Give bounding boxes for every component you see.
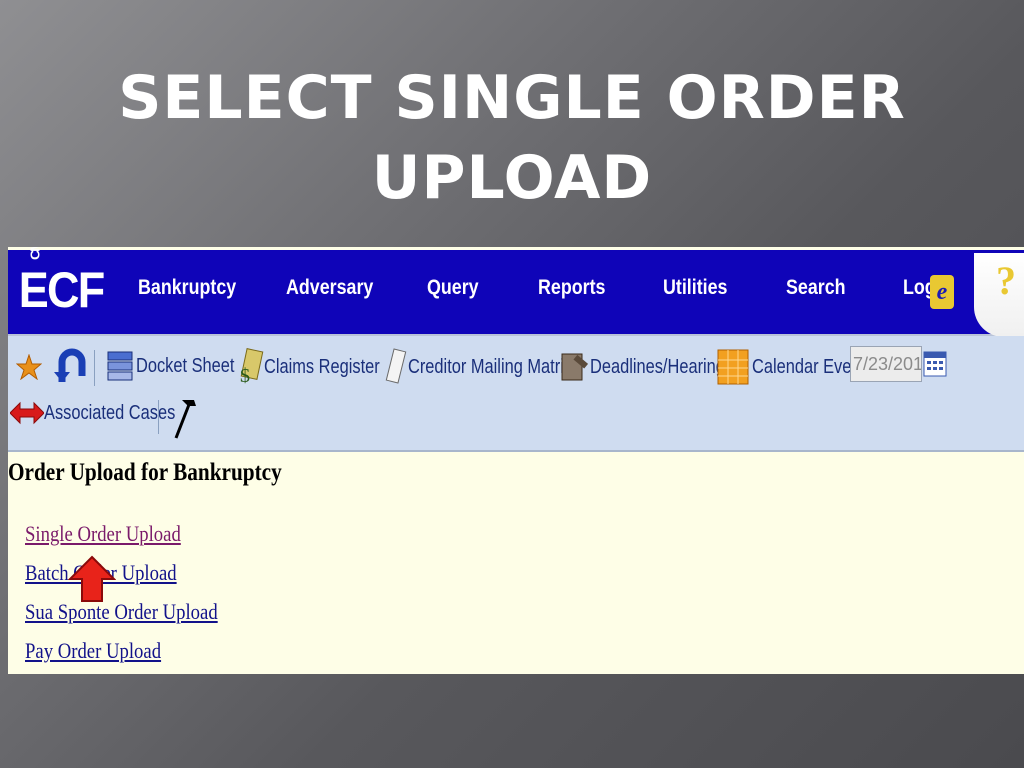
logo-text: ECF <box>18 262 105 318</box>
toolbar-claims-register[interactable]: $ Claims Register <box>234 348 405 386</box>
menu-reports[interactable]: Reports <box>538 274 605 302</box>
toolbar-label: Creditor Mailing Matrix <box>408 355 573 378</box>
help-icon: ? <box>996 258 1016 303</box>
double-arrow-icon <box>10 401 44 425</box>
sua-sponte-order-upload-link[interactable]: Sua Sponte Order Upload <box>25 599 218 625</box>
menu-search[interactable]: Search <box>786 274 846 302</box>
calendar-icon <box>717 349 749 385</box>
stack-icon <box>107 351 133 381</box>
gavel-book-icon <box>561 353 589 381</box>
main-navbar: CM ECF Bankruptcy Adversary Query Report… <box>8 247 1024 337</box>
slide-title: SELECT SINGLE ORDER UPLOAD <box>0 58 1024 218</box>
toolbar-label: Claims Register <box>264 355 380 378</box>
pointer-arrow-icon <box>68 555 116 602</box>
favorites-star-icon[interactable] <box>16 354 42 380</box>
slide-title-line1: SELECT SINGLE ORDER <box>118 63 906 133</box>
claims-icon: $ <box>240 348 264 386</box>
toolbar: Docket Sheet $ Claims Register Creditor … <box>8 336 1024 452</box>
page-heading: Order Upload for Bankruptcy <box>8 459 282 486</box>
cmecf-logo: CM ECF <box>8 247 105 320</box>
toolbar-label: Associated Cases <box>44 401 176 424</box>
toolbar-label: Docket Sheet <box>136 354 235 377</box>
back-arrow-icon[interactable] <box>54 348 86 384</box>
toolbar-label: Deadlines/Hearings <box>590 355 734 378</box>
scroll-icon <box>385 348 407 384</box>
toolbar-divider <box>158 400 159 434</box>
logo-prefix: CM <box>27 247 43 260</box>
hammer-icon[interactable] <box>168 396 198 440</box>
pay-order-upload-link[interactable]: Pay Order Upload <box>25 638 161 664</box>
single-order-upload-link[interactable]: Single Order Upload <box>25 521 181 547</box>
svg-text:$: $ <box>240 365 250 386</box>
screenshot-panel: CM ECF Bankruptcy Adversary Query Report… <box>8 247 1024 674</box>
menu-bankruptcy[interactable]: Bankruptcy <box>138 274 236 302</box>
help-button[interactable]: ? <box>974 253 1024 337</box>
menu-query[interactable]: Query <box>427 274 479 302</box>
menu-utilities[interactable]: Utilities <box>663 274 727 302</box>
logout-e-icon[interactable]: e <box>930 275 954 309</box>
date-input[interactable]: 7/23/2012 <box>850 346 922 382</box>
menu-adversary[interactable]: Adversary <box>286 274 373 302</box>
toolbar-divider <box>94 350 95 386</box>
date-picker-icon[interactable] <box>922 348 948 380</box>
slide-title-line2: UPLOAD <box>371 143 653 213</box>
